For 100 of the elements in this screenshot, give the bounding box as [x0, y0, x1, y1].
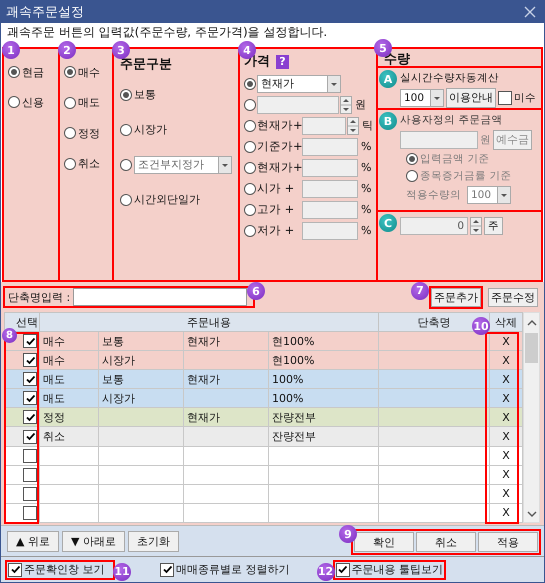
- percent-field[interactable]: [302, 222, 358, 240]
- unit-label: %: [361, 203, 372, 216]
- unit-label: %: [361, 161, 372, 174]
- move-button[interactable]: ▼ 아래로: [62, 530, 125, 552]
- radio-label: 종목증거금률 기준: [420, 168, 512, 182]
- radio-button[interactable]: [244, 204, 256, 216]
- radio-button[interactable]: [244, 120, 256, 132]
- radio-button[interactable]: [244, 182, 256, 194]
- radio-button[interactable]: [64, 96, 76, 109]
- table-cell: 매도: [43, 392, 65, 405]
- close-icon[interactable]: [524, 6, 536, 18]
- radio-label: 시간외단일가: [134, 192, 200, 207]
- delete-button[interactable]: X: [502, 372, 510, 386]
- order-type-dropdown[interactable]: 조건부지정가: [134, 156, 232, 174]
- unit-label: 틱: [362, 118, 373, 133]
- delete-button[interactable]: X: [502, 334, 510, 348]
- move-button[interactable]: ▲ 위로: [7, 530, 59, 552]
- number-badge: 1: [2, 41, 20, 59]
- table-cell: 시장가: [102, 392, 135, 405]
- radio-button[interactable]: [120, 158, 132, 170]
- spin-field[interactable]: [257, 96, 339, 114]
- help-button[interactable]: ?: [276, 55, 289, 69]
- checkbox[interactable]: [23, 334, 37, 348]
- radio-button[interactable]: [244, 140, 256, 152]
- scroll-down-icon[interactable]: [526, 510, 536, 518]
- scroll-up-icon[interactable]: [526, 319, 536, 327]
- checkbox[interactable]: [23, 468, 37, 482]
- radio-button[interactable]: [120, 88, 132, 100]
- short-name-field[interactable]: [73, 288, 248, 306]
- radio-button[interactable]: [64, 158, 76, 170]
- order-button[interactable]: 주문추가: [431, 288, 481, 306]
- dialog-button[interactable]: 적용: [478, 532, 538, 552]
- checkbox[interactable]: [8, 562, 22, 576]
- table-cell: 취소: [43, 430, 65, 444]
- table-cell: 잔량전부: [272, 410, 316, 424]
- radio-label: 저가 +: [257, 223, 296, 238]
- checkbox-label: 주문확인창 보기: [24, 562, 104, 577]
- checkbox-label: 주문내용 툴팁보기: [352, 562, 443, 577]
- table-cell: 보통: [102, 372, 124, 386]
- radio-button[interactable]: [120, 124, 132, 136]
- quantity-dropdown[interactable]: 100: [400, 88, 444, 106]
- percent-field[interactable]: [302, 138, 358, 156]
- checkbox[interactable]: [23, 410, 37, 424]
- checkbox[interactable]: [23, 506, 37, 520]
- checkbox[interactable]: [160, 562, 174, 576]
- percent-field[interactable]: [302, 158, 358, 176]
- radio-button[interactable]: [64, 127, 76, 140]
- radio-button[interactable]: [8, 96, 20, 108]
- percent-field[interactable]: [302, 180, 358, 198]
- checkbox[interactable]: [23, 430, 37, 444]
- spin-field[interactable]: [302, 116, 346, 134]
- table-cell: 현재가: [187, 334, 220, 348]
- delete-button[interactable]: X: [502, 506, 510, 520]
- unit-label: 원: [480, 132, 491, 146]
- radio-label: 신용: [22, 94, 44, 110]
- guide-button[interactable]: 이용안내: [446, 88, 496, 108]
- radio-label: 시장가: [134, 122, 167, 137]
- spin-arrows-icon[interactable]: [340, 96, 352, 114]
- checkbox[interactable]: [23, 391, 37, 406]
- letter-badge: A: [379, 70, 397, 88]
- radio-button[interactable]: [244, 162, 256, 174]
- order-button[interactable]: 주문수정: [488, 288, 538, 306]
- delete-button[interactable]: X: [502, 487, 510, 500]
- checkbox[interactable]: [23, 486, 37, 501]
- window-title: 괘속주문설정: [6, 4, 84, 21]
- radio-label: 매도: [78, 95, 100, 110]
- delete-button[interactable]: X: [502, 468, 510, 482]
- table-cell: 매수: [43, 334, 65, 348]
- delete-button[interactable]: X: [502, 410, 510, 424]
- checkbox[interactable]: [336, 562, 350, 576]
- radio-button[interactable]: [244, 78, 256, 90]
- dialog-button[interactable]: 확인: [354, 532, 414, 552]
- checkbox[interactable]: [23, 353, 37, 368]
- number-badge: 6: [247, 282, 265, 300]
- move-button[interactable]: 초기화: [128, 530, 179, 552]
- checkbox[interactable]: [23, 372, 37, 386]
- radio-button[interactable]: [120, 194, 132, 206]
- percent-field[interactable]: [302, 200, 358, 218]
- quantity-field[interactable]: 0: [400, 216, 468, 234]
- radio-label: 정정: [78, 126, 100, 141]
- checkbox[interactable]: [23, 448, 37, 463]
- scrollbar-thumb[interactable]: [525, 333, 538, 363]
- checkbox[interactable]: [498, 90, 512, 104]
- radio-label: 기준가+: [257, 139, 301, 154]
- spin-arrows-icon[interactable]: [470, 216, 482, 234]
- price-dropdown[interactable]: 현재가: [257, 74, 341, 92]
- number-badge: 8: [2, 328, 17, 343]
- radio-button[interactable]: [244, 224, 256, 236]
- number-badge: 11: [113, 562, 131, 580]
- delete-button[interactable]: X: [502, 354, 510, 367]
- delete-button[interactable]: X: [502, 449, 510, 462]
- radio-button[interactable]: [244, 98, 256, 110]
- radio-button[interactable]: [8, 66, 20, 78]
- dialog-button[interactable]: 취소: [416, 532, 476, 552]
- unit-label: %: [361, 224, 372, 237]
- delete-button[interactable]: X: [502, 392, 510, 405]
- delete-button[interactable]: X: [502, 430, 510, 444]
- radio-button[interactable]: [64, 66, 76, 78]
- spin-arrows-icon[interactable]: [347, 116, 359, 134]
- field-label: 단축명입력 :: [8, 290, 70, 304]
